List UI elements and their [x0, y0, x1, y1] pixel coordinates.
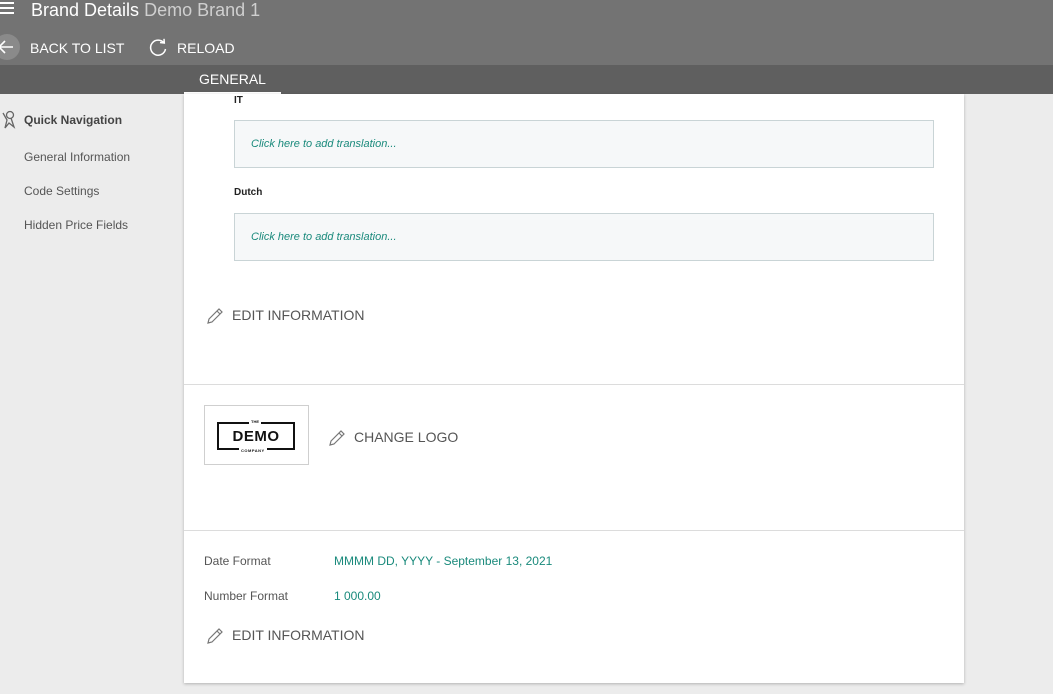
translation-input-dutch[interactable]: Click here to add translation...	[234, 213, 934, 261]
edit-information-label: EDIT INFORMATION	[232, 627, 365, 643]
number-format-label: Number Format	[204, 589, 289, 603]
page-title-brand: Demo Brand 1	[144, 0, 261, 20]
section-divider	[184, 530, 964, 531]
page-title: Brand Details Demo Brand 1	[31, 0, 260, 21]
page-title-main: Brand Details	[31, 0, 140, 20]
date-format-label: Date Format	[204, 554, 271, 568]
pencil-icon	[329, 430, 345, 446]
app-header: Brand Details Demo Brand 1 BACK TO LIST …	[0, 0, 1053, 65]
translation-placeholder: Click here to add translation...	[251, 138, 397, 150]
back-arrow-icon[interactable]	[0, 34, 20, 60]
bookmark-icon	[2, 110, 16, 129]
translation-language-label: IT	[234, 95, 243, 106]
brand-logo: THE DEMO COMPANY	[204, 405, 309, 465]
change-logo-label: CHANGE LOGO	[354, 429, 459, 445]
brand-details-card: IT Click here to add translation... Dutc…	[184, 94, 964, 683]
sidebar-item-hidden-price-fields[interactable]: Hidden Price Fields	[24, 218, 128, 232]
reload-button[interactable]: RELOAD	[177, 40, 235, 56]
logo-text-demo: DEMO	[232, 428, 280, 445]
sidebar-item-general-information[interactable]: General Information	[24, 150, 130, 164]
sidebar-item-code-settings[interactable]: Code Settings	[24, 184, 99, 198]
hamburger-menu-icon[interactable]	[0, 2, 14, 16]
back-to-list-button[interactable]: BACK TO LIST	[30, 40, 124, 56]
section-divider	[184, 384, 964, 385]
logo-text-the: THE	[249, 419, 261, 424]
pencil-icon	[207, 628, 223, 644]
reload-icon[interactable]	[148, 38, 168, 58]
number-format-value: 1 000.00	[334, 589, 381, 603]
translation-placeholder: Click here to add translation...	[251, 231, 397, 243]
edit-information-label: EDIT INFORMATION	[232, 307, 365, 323]
logo-frame: THE DEMO COMPANY	[217, 419, 295, 453]
tab-general[interactable]: GENERAL	[184, 65, 281, 94]
date-format-value: MMMM DD, YYYY - September 13, 2021	[334, 554, 553, 568]
translation-language-label: Dutch	[234, 187, 263, 198]
tab-bar: GENERAL	[0, 65, 1053, 94]
translation-input-it[interactable]: Click here to add translation...	[234, 120, 934, 168]
quick-navigation-title: Quick Navigation	[24, 113, 123, 127]
pencil-icon	[207, 308, 223, 324]
logo-text-company: COMPANY	[239, 448, 267, 453]
